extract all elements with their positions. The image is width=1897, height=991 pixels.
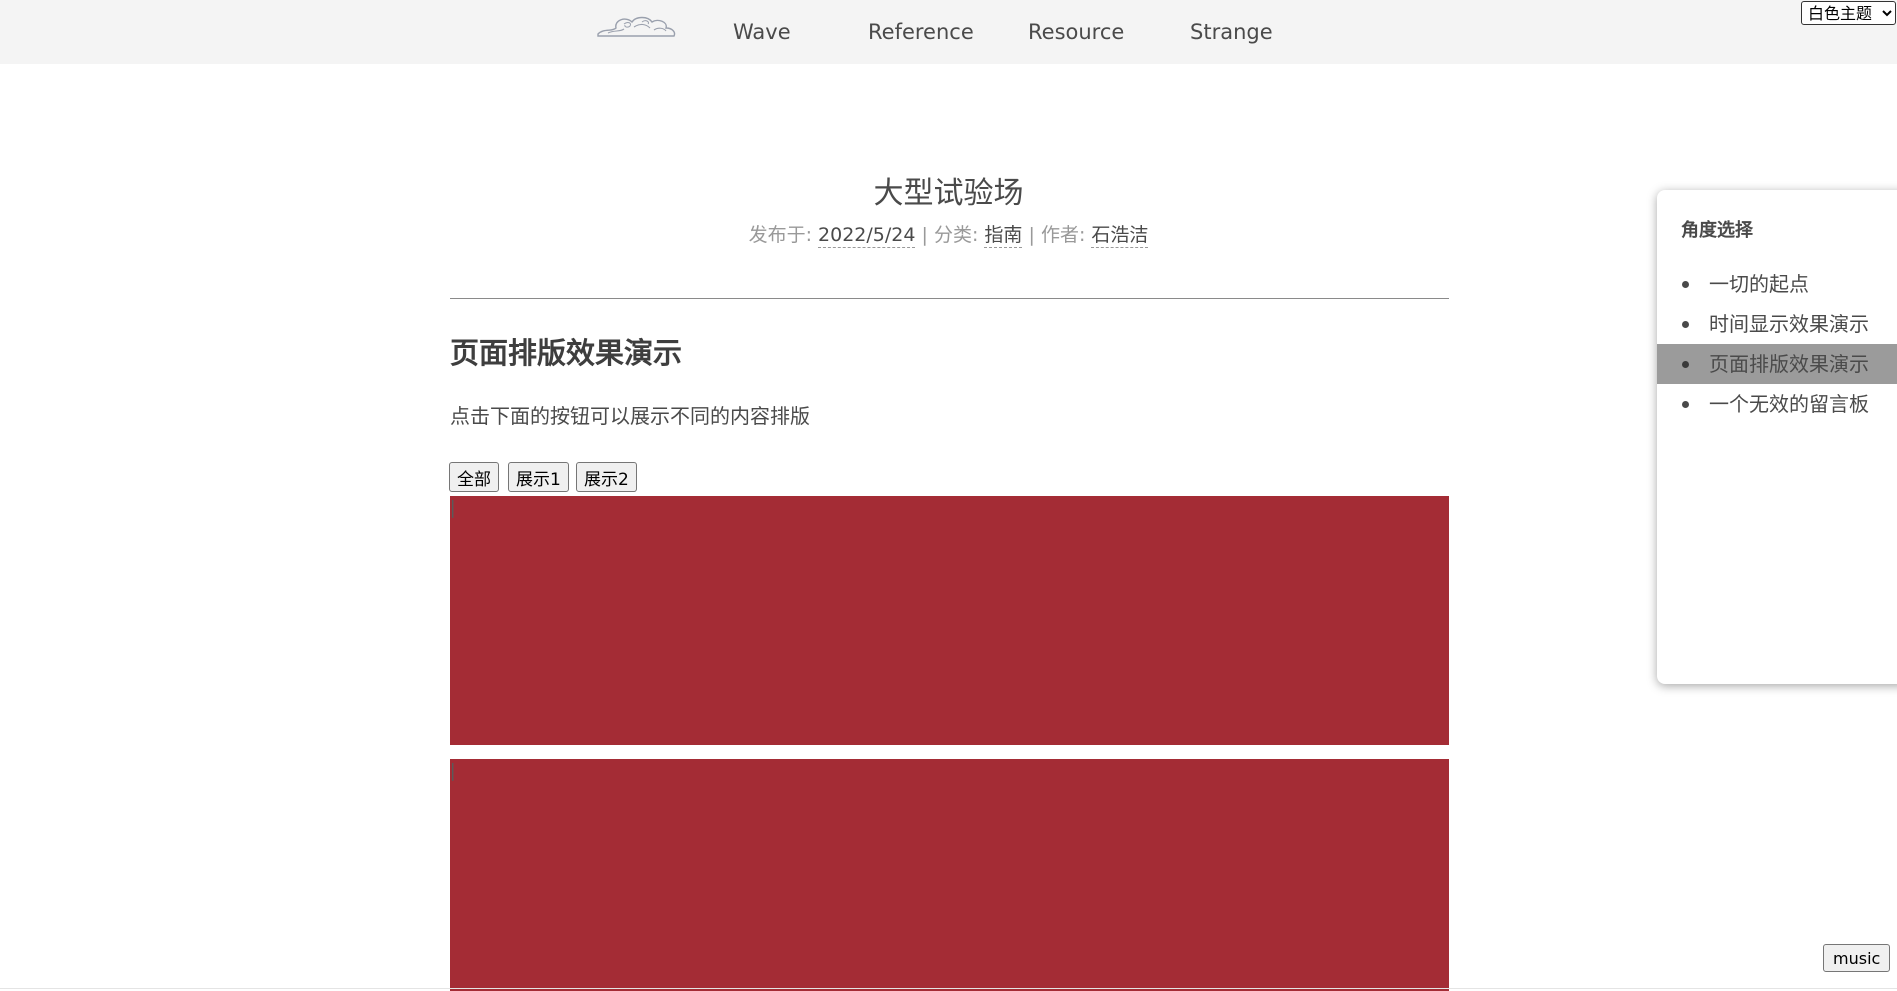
- toc-item-label: 时间显示效果演示: [1709, 312, 1869, 336]
- bullet-icon: [1682, 281, 1689, 288]
- nav-link-wave[interactable]: Wave: [733, 20, 791, 44]
- toc-panel: 角度选择 一切的起点 时间显示效果演示 页面排版效果演示 一个无效的留言板: [1657, 190, 1897, 684]
- music-button[interactable]: music: [1823, 944, 1891, 972]
- top-navigation-bar: Wave Reference Resource Strange: [0, 0, 1897, 64]
- content-block-1: ▏: [450, 496, 1449, 745]
- nav-link-resource[interactable]: Resource: [1028, 20, 1124, 44]
- category-label: 分类:: [933, 224, 979, 246]
- show-2-button[interactable]: 展示2: [576, 462, 637, 492]
- content-block-2: ▏: [450, 759, 1449, 991]
- text-cursor-mark: ▏: [452, 500, 464, 518]
- footer-divider: [0, 988, 1897, 989]
- toc-item-label: 一切的起点: [1709, 272, 1809, 296]
- toc-item-message-board[interactable]: 一个无效的留言板: [1657, 384, 1897, 424]
- divider: [450, 298, 1449, 299]
- toc-item-label: 一个无效的留言板: [1709, 392, 1869, 416]
- nav-link-strange[interactable]: Strange: [1190, 20, 1273, 44]
- meta-separator: |: [921, 224, 928, 246]
- bullet-icon: [1682, 361, 1689, 368]
- nav-link-reference[interactable]: Reference: [868, 20, 974, 44]
- toc-title: 角度选择: [1681, 220, 1753, 241]
- cloud-logo-icon[interactable]: [594, 12, 678, 42]
- toc-item-time-display[interactable]: 时间显示效果演示: [1657, 304, 1897, 344]
- section-heading: 页面排版效果演示: [450, 336, 683, 370]
- section-intro: 点击下面的按钮可以展示不同的内容排版: [450, 404, 810, 428]
- text-cursor-mark: ▏: [452, 763, 464, 781]
- post-title: 大型试验场: [873, 176, 1024, 211]
- meta-separator: |: [1028, 224, 1035, 246]
- bullet-icon: [1682, 321, 1689, 328]
- publish-date: 2022/5/24: [818, 224, 916, 248]
- show-1-button[interactable]: 展示1: [508, 462, 569, 492]
- category-link[interactable]: 指南: [984, 224, 1023, 248]
- toc-item-start[interactable]: 一切的起点: [1657, 264, 1897, 304]
- author-name: 石浩洁: [1091, 224, 1149, 248]
- author-label: 作者:: [1040, 224, 1086, 246]
- show-all-button[interactable]: 全部: [449, 462, 499, 492]
- bullet-icon: [1682, 401, 1689, 408]
- published-label: 发布于:: [748, 224, 812, 246]
- toc-item-label: 页面排版效果演示: [1709, 352, 1869, 376]
- toc-item-layout-demo[interactable]: 页面排版效果演示: [1657, 344, 1897, 384]
- theme-select[interactable]: 白色主题: [1801, 1, 1896, 25]
- post-meta: 发布于: 2022/5/24 | 分类: 指南 | 作者: 石浩洁: [0, 220, 1897, 248]
- toc-list: 一切的起点 时间显示效果演示 页面排版效果演示 一个无效的留言板: [1657, 264, 1897, 424]
